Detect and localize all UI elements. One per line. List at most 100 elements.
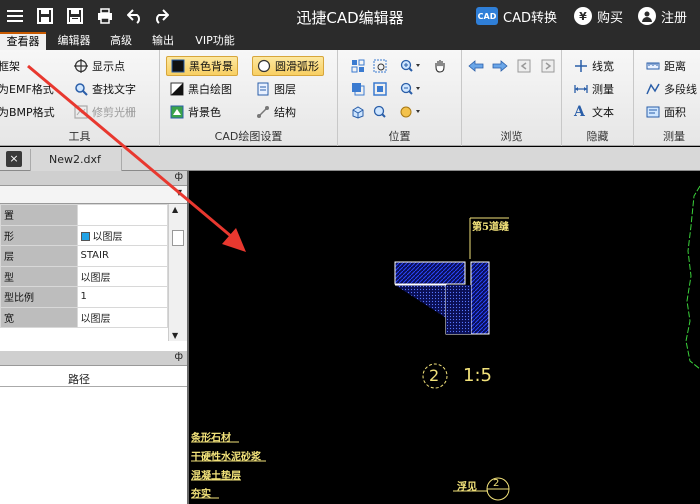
property-key: 层 xyxy=(0,245,78,267)
layers-label: 图层 xyxy=(274,83,296,96)
bmp-format-button[interactable]: 为BMP格式 xyxy=(0,102,55,122)
undo-icon[interactable] xyxy=(124,5,146,27)
entity-type-select[interactable]: ▼ xyxy=(0,186,187,204)
show-points-button[interactable]: 显示点 xyxy=(74,56,125,76)
next-page-icon[interactable] xyxy=(538,56,558,76)
pan-hand-icon[interactable] xyxy=(430,56,450,76)
joint-fill-corner xyxy=(446,285,471,334)
line-width-icon xyxy=(574,59,588,73)
table-row[interactable]: 置 xyxy=(0,204,168,226)
property-value: 1 xyxy=(76,286,168,308)
scroll-up-icon[interactable]: ▲ xyxy=(172,205,178,214)
drawing-canvas[interactable]: 第5道缝 2 1:5 条形石材 干硬性水泥砂浆 混凝土垫层 夯实 浮见 2 xyxy=(191,171,700,504)
note-compacted: 夯实 xyxy=(191,489,211,500)
tab-editor[interactable]: 编辑器 xyxy=(52,32,96,50)
distance-label: 距离 xyxy=(664,60,686,73)
property-value: 以图层 xyxy=(76,265,168,287)
tab-viewer[interactable]: 查看器 xyxy=(0,32,46,50)
bottom-number: 2 xyxy=(493,478,500,489)
find-text-button[interactable]: 查找文字 xyxy=(74,79,136,99)
distance-icon xyxy=(646,59,660,73)
register-button[interactable]: 注册 xyxy=(638,5,687,27)
property-key: 宽 xyxy=(0,306,78,328)
zoom-out-icon[interactable] xyxy=(398,79,424,99)
ribbon: 框架 为EMF格式 为BMP格式 显示点 查找文字 修剪光栅 工具 黑色背景 黑… xyxy=(0,50,700,146)
property-key: 形 xyxy=(0,224,78,246)
buy-button[interactable]: ¥ 购买 xyxy=(574,5,623,27)
fit-window-icon[interactable] xyxy=(370,79,390,99)
tools-group: 框架 为EMF格式 为BMP格式 显示点 查找文字 修剪光栅 工具 xyxy=(0,50,160,146)
property-value-color[interactable]: 以图层 xyxy=(76,224,168,246)
pin-icon[interactable]: ф xyxy=(174,351,183,362)
hide-group: 线宽 测量 A 文本 隐藏 xyxy=(562,50,634,146)
joint-label: 第5道缝 xyxy=(472,222,509,233)
tab-vip[interactable]: VIP功能 xyxy=(188,32,242,50)
save-icon[interactable] xyxy=(34,5,56,27)
table-row[interactable]: 型比例 1 xyxy=(0,286,168,308)
background-color-label: 背景色 xyxy=(188,106,221,119)
zoom-window-icon[interactable] xyxy=(348,56,368,76)
joint-horizontal-band xyxy=(394,261,466,285)
orbit-icon[interactable] xyxy=(370,102,390,122)
dimension-button[interactable]: 测量 xyxy=(574,79,614,99)
distance-button[interactable]: 距离 xyxy=(646,56,686,76)
tab-advanced[interactable]: 高级 xyxy=(104,32,138,50)
scroll-thumb[interactable] xyxy=(172,230,184,246)
area-label: 面积 xyxy=(664,106,686,119)
show-points-label: 显示点 xyxy=(92,60,125,73)
scroll-down-icon[interactable]: ▼ xyxy=(172,331,178,340)
zoom-extents-icon[interactable] xyxy=(348,79,368,99)
emf-format-button[interactable]: 为EMF格式 xyxy=(0,79,54,99)
menu-bar: 查看器 编辑器 高级 输出 VIP功能 xyxy=(0,32,700,50)
redo-icon[interactable] xyxy=(150,5,172,27)
document-tab-strip: × New2.dxf xyxy=(0,147,700,171)
smooth-arc-button[interactable]: 圆滑弧形 xyxy=(252,56,324,76)
table-row[interactable]: 型 以图层 xyxy=(0,265,168,287)
table-row[interactable]: 层 STAIR xyxy=(0,245,168,267)
tab-output[interactable]: 输出 xyxy=(146,32,180,50)
properties-scrollbar[interactable]: ▲ ▼ xyxy=(168,204,187,341)
frame-label: 框架 xyxy=(0,60,20,73)
structure-button[interactable]: 结构 xyxy=(256,102,296,122)
bw-drawing-icon xyxy=(170,82,184,96)
polyline-button[interactable]: 多段线 xyxy=(646,79,697,99)
cad-settings-group: 黑色背景 黑白绘图 背景色 圆滑弧形 图层 结构 CAD绘图设置 xyxy=(160,50,338,146)
chevron-down-icon[interactable]: ▼ xyxy=(173,188,185,201)
text-button[interactable]: A 文本 xyxy=(574,102,614,122)
close-tab-icon[interactable]: × xyxy=(6,151,22,167)
tools-group-label: 工具 xyxy=(68,130,91,143)
green-boundary-line xyxy=(685,185,700,370)
background-color-button[interactable]: 背景色 xyxy=(170,102,221,122)
bmp-label: 为BMP格式 xyxy=(0,106,55,119)
forward-arrow-icon[interactable] xyxy=(490,56,510,76)
properties-table: 置 形 以图层 层 STAIR 型 以图层 型比例 1 宽 以图层 xyxy=(0,204,168,328)
zoom-in-icon[interactable] xyxy=(398,56,424,76)
polyline-icon xyxy=(646,82,660,96)
cad-convert-button[interactable]: CAD CAD转换 xyxy=(476,5,557,27)
note-mortar: 干硬性水泥砂浆 xyxy=(191,452,261,463)
zoom-select-icon[interactable] xyxy=(370,56,390,76)
table-row[interactable]: 宽 以图层 xyxy=(0,306,168,328)
area-button[interactable]: 面积 xyxy=(646,102,686,122)
title-bar: 迅捷CAD编辑器 CAD CAD转换 ¥ 购买 注册 xyxy=(0,0,700,32)
joint-vertical-band xyxy=(470,261,490,335)
black-background-button[interactable]: 黑色背景 xyxy=(166,56,238,76)
view-options-icon[interactable] xyxy=(398,102,424,122)
back-arrow-icon[interactable] xyxy=(466,56,486,76)
pin-icon[interactable]: ф xyxy=(174,171,183,182)
prev-page-icon[interactable] xyxy=(514,56,534,76)
table-row[interactable]: 形 以图层 xyxy=(0,224,168,246)
find-text-label: 查找文字 xyxy=(92,83,136,96)
bw-drawing-button[interactable]: 黑白绘图 xyxy=(170,79,232,99)
file-list-columns: 路径 xyxy=(0,369,187,387)
app-menu-icon[interactable] xyxy=(4,5,26,27)
path-column-header[interactable]: 路径 xyxy=(68,371,90,387)
document-tab[interactable]: New2.dxf xyxy=(30,149,122,171)
trim-raster-button[interactable]: 修剪光栅 xyxy=(74,102,136,122)
line-width-button[interactable]: 线宽 xyxy=(574,56,614,76)
3d-view-icon[interactable] xyxy=(348,102,368,122)
print-icon[interactable] xyxy=(94,5,116,27)
layers-button[interactable]: 图层 xyxy=(256,79,296,99)
save-as-icon[interactable] xyxy=(64,5,86,27)
frame-button[interactable]: 框架 xyxy=(0,56,20,76)
